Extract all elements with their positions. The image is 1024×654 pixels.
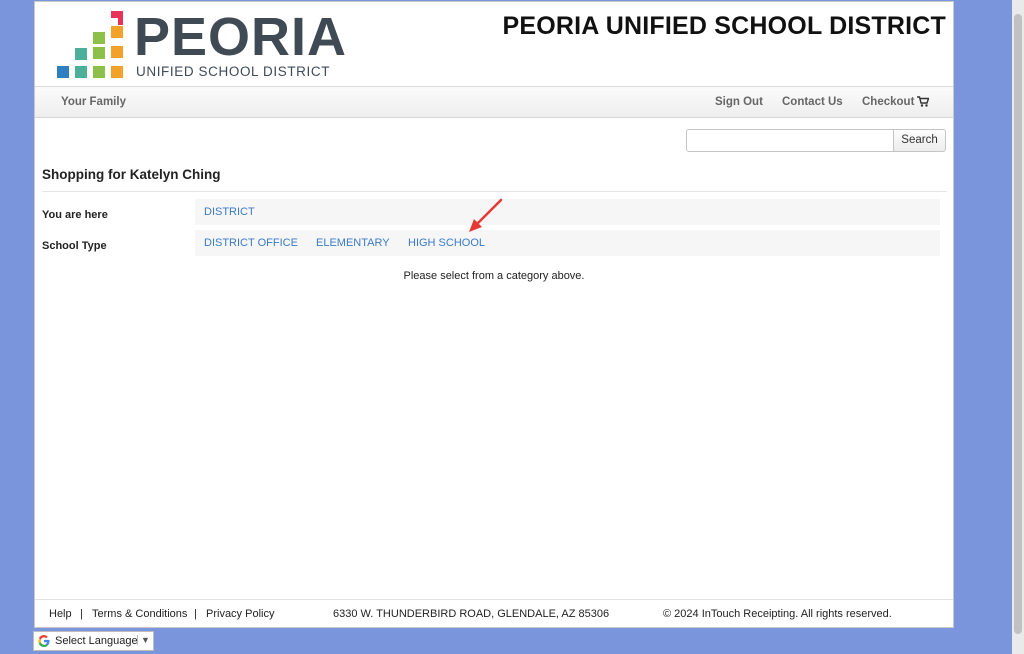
logo-subtitle: UNIFIED SCHOOL DISTRICT	[136, 64, 331, 79]
category-message: Please select from a category above.	[403, 270, 585, 282]
scrollbar[interactable]	[1012, 0, 1024, 654]
page-container: PEORIA UNIFIED SCHOOL DISTRICT PEORIA UN…	[34, 1, 954, 628]
footer-separator: |	[194, 608, 197, 620]
district-logo[interactable]: PEORIA UNIFIED SCHOOL DISTRICT	[57, 10, 346, 81]
nav-sign-out[interactable]: Sign Out	[715, 96, 763, 108]
nav-contact-us[interactable]: Contact Us	[782, 96, 843, 108]
search-button[interactable]: Search	[893, 129, 946, 152]
footer-copyright: © 2024 InTouch Receipting. All rights re…	[663, 608, 892, 620]
scrollbar-thumb[interactable]	[1014, 14, 1022, 634]
breadcrumb-district[interactable]: DISTRICT	[204, 206, 255, 218]
header: PEORIA UNIFIED SCHOOL DISTRICT PEORIA UN…	[35, 2, 953, 86]
google-icon	[38, 635, 50, 647]
language-selector[interactable]: Select Language ▼	[33, 631, 154, 651]
divider	[42, 191, 947, 192]
shopping-title: Shopping for Katelyn Ching	[42, 167, 221, 182]
nav-your-family[interactable]: Your Family	[61, 96, 126, 108]
school-type-options: DISTRICT OFFICE ELEMENTARY HIGH SCHOOL	[195, 230, 940, 256]
footer-terms-link[interactable]: Terms & Conditions	[92, 608, 187, 620]
footer-separator: |	[80, 608, 83, 620]
chevron-down-icon: ▼	[137, 635, 150, 645]
school-type-district-office[interactable]: DISTRICT OFFICE	[204, 237, 298, 249]
navbar: Your Family Sign Out Contact Us Checkout	[35, 86, 953, 118]
annotation-arrow-icon	[469, 198, 503, 232]
footer-privacy-link[interactable]: Privacy Policy	[206, 608, 274, 620]
logo-mark-icon	[57, 11, 123, 78]
breadcrumb: DISTRICT	[195, 199, 940, 225]
breadcrumb-label: You are here	[42, 209, 108, 221]
search-input[interactable]	[686, 129, 894, 152]
school-type-elementary[interactable]: ELEMENTARY	[316, 237, 390, 249]
logo-word: PEORIA	[134, 7, 348, 67]
cart-icon[interactable]	[917, 96, 929, 107]
footer-divider	[35, 599, 953, 600]
school-type-label: School Type	[42, 240, 107, 252]
footer-help-link[interactable]: Help	[49, 608, 72, 620]
footer-address: 6330 W. THUNDERBIRD ROAD, GLENDALE, AZ 8…	[333, 608, 610, 620]
site-title: PEORIA UNIFIED SCHOOL DISTRICT	[502, 12, 946, 40]
school-type-high-school[interactable]: HIGH SCHOOL	[408, 237, 485, 249]
nav-checkout[interactable]: Checkout	[862, 96, 914, 108]
language-label: Select Language	[55, 635, 138, 647]
